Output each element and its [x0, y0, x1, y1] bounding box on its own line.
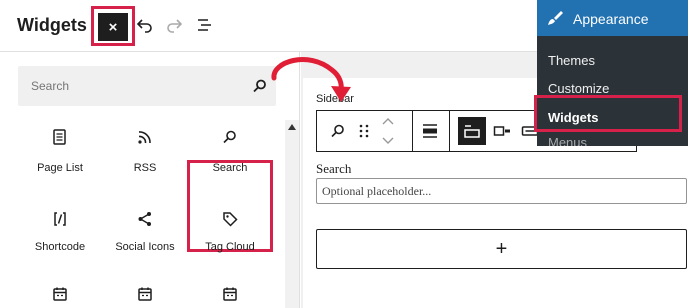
block-label: RSS	[133, 162, 157, 174]
block-tag-cloud[interactable]: Tag Cloud	[187, 204, 273, 284]
block-label: Page List	[37, 162, 83, 174]
block-calendar-1[interactable]	[17, 282, 103, 308]
block-label: Shortcode	[34, 241, 86, 253]
widgets-menu-highlight	[534, 95, 682, 132]
admin-menu-appearance[interactable]: Appearance	[537, 0, 688, 36]
share-icon	[138, 212, 151, 226]
label-outside-icon	[464, 125, 480, 138]
toolbar-separator	[412, 111, 413, 151]
scroll-up-icon[interactable]	[288, 124, 296, 130]
redo-icon[interactable]	[165, 16, 183, 34]
search-icon	[223, 130, 236, 144]
block-calendar-2[interactable]	[102, 282, 188, 308]
button-inside-icon[interactable]	[493, 122, 511, 140]
block-rss[interactable]: RSS	[102, 120, 188, 200]
calendar-icon	[223, 287, 237, 301]
list-view-icon[interactable]	[196, 16, 214, 34]
drag-handle-icon[interactable]	[355, 122, 373, 140]
calendar-icon	[138, 287, 152, 301]
page-title: Widgets	[17, 15, 87, 35]
button-position-active-button[interactable]	[458, 117, 486, 145]
admin-menu-item-themes[interactable]: Themes	[548, 53, 595, 68]
annotation-arrow-icon	[271, 57, 351, 102]
block-calendar-3[interactable]	[187, 282, 273, 308]
block-inserter-panel: Search Page List RSS Search Shortcode So…	[0, 52, 300, 308]
move-up-down-icon[interactable]	[379, 114, 397, 148]
admin-menu-item-menus[interactable]: Menus	[548, 137, 587, 146]
page-list-icon	[53, 129, 66, 145]
search-icon[interactable]	[329, 122, 347, 140]
block-page-list[interactable]: Page List	[17, 120, 103, 200]
block-label: Social Icons	[115, 241, 175, 253]
shortcode-icon	[54, 212, 66, 226]
calendar-icon	[53, 287, 67, 301]
close-button-highlight	[91, 6, 135, 46]
block-social-icons[interactable]: Social Icons	[102, 204, 188, 284]
block-label: Tag Cloud	[205, 241, 255, 253]
rss-icon	[138, 131, 151, 144]
plus-icon: +	[495, 238, 508, 260]
search-icon	[253, 79, 266, 93]
search-block-label[interactable]: Search	[316, 161, 351, 177]
search-block-placeholder: Optional placeholder...	[322, 184, 432, 198]
inserter-scrollbar[interactable]	[285, 120, 299, 308]
block-search-input[interactable]: Search	[18, 66, 276, 106]
undo-icon[interactable]	[136, 16, 154, 34]
align-icon[interactable]	[421, 122, 439, 140]
search-block-input[interactable]: Optional placeholder...	[316, 178, 687, 204]
admin-menu-title: Appearance	[573, 11, 649, 27]
block-shortcode[interactable]: Shortcode	[17, 204, 103, 284]
paintbrush-icon	[548, 11, 563, 25]
tag-icon	[223, 212, 238, 227]
admin-menu-item-customize[interactable]: Customize	[548, 81, 609, 96]
search-placeholder: Search	[31, 79, 70, 93]
toolbar-separator	[449, 111, 450, 151]
add-block-button[interactable]: +	[316, 229, 687, 269]
